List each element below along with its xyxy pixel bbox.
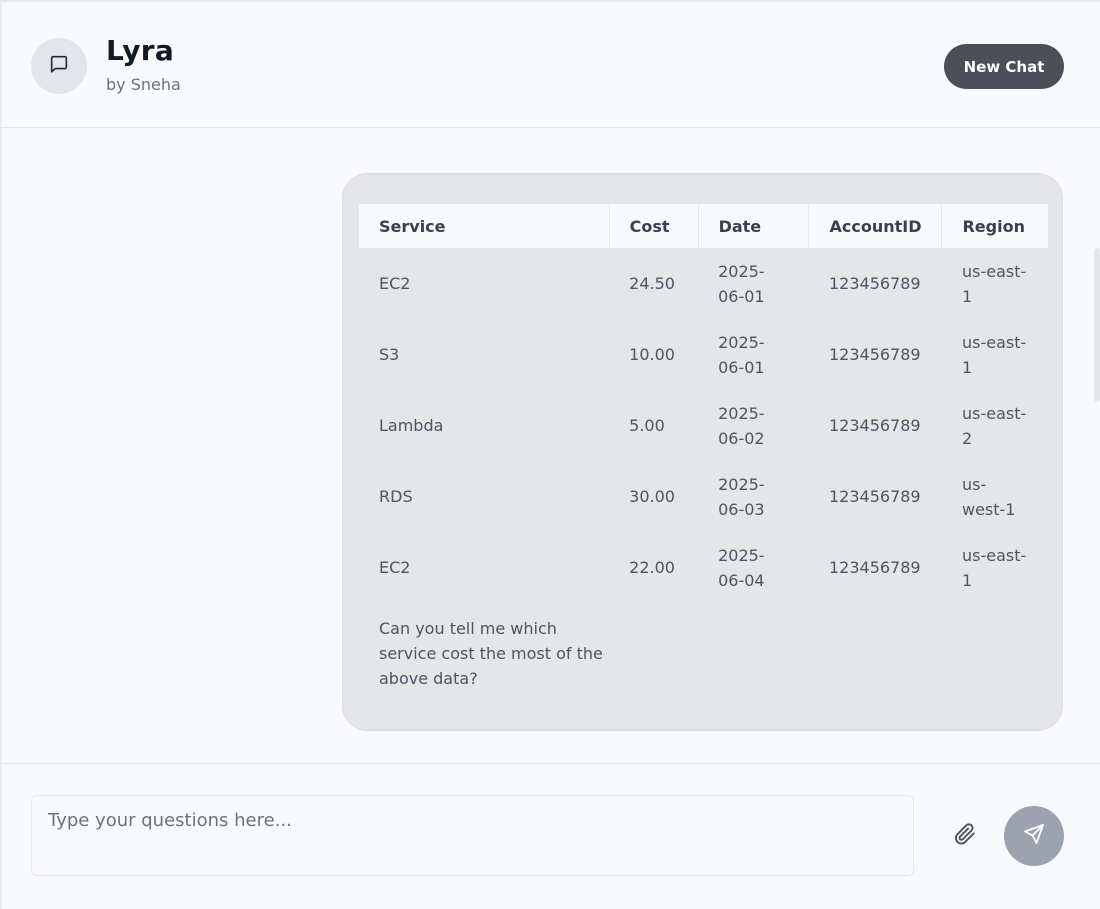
page-title: Lyra xyxy=(106,34,175,67)
cell-date: 2025-06-01 xyxy=(698,319,809,390)
cell-date-text: 2025-06-03 xyxy=(718,474,765,519)
column-header-date: Date xyxy=(698,204,810,248)
cell-accountid: 123456789 xyxy=(828,558,921,577)
cost-table: Service Cost Date AccountID Region EC2 2… xyxy=(359,204,1048,603)
cell-region-text: us-east-1 xyxy=(961,332,1027,377)
table-row: Lambda 5.00 2025-06-02 123456789 us-east… xyxy=(359,390,1048,461)
question-input[interactable] xyxy=(32,796,913,875)
cell-region: us-east-2 xyxy=(942,390,1048,461)
cell-date: 2025-06-01 xyxy=(698,248,809,319)
user-question-text: Can you tell me which service cost the m… xyxy=(379,619,603,688)
cell-date-text: 2025-06-01 xyxy=(718,261,765,306)
cell-region: us-west-1 xyxy=(942,461,1048,532)
cell-date: 2025-06-03 xyxy=(698,461,809,532)
author-subtitle: by Sneha xyxy=(106,75,181,94)
cell-cost: 24.50 xyxy=(629,274,675,293)
paperclip-icon xyxy=(952,821,978,851)
cell-date: 2025-06-02 xyxy=(698,390,809,461)
table-row: EC2 24.50 2025-06-01 123456789 us-east-1 xyxy=(359,248,1048,319)
cell-service: S3 xyxy=(379,345,400,364)
chat-bubble-icon xyxy=(48,53,70,79)
cell-cost: 5.00 xyxy=(629,416,665,435)
cell-region-text: us-west-1 xyxy=(961,474,1016,519)
cell-cost: 22.00 xyxy=(629,558,675,577)
column-header-region: Region xyxy=(941,204,1048,248)
cell-date-text: 2025-06-04 xyxy=(718,545,765,590)
chat-header: Lyra by Sneha New Chat xyxy=(0,2,1100,128)
attach-button[interactable] xyxy=(950,821,980,851)
cell-region-text: us-east-2 xyxy=(961,403,1027,448)
cell-date: 2025-06-04 xyxy=(698,532,809,603)
cell-service: EC2 xyxy=(379,274,411,293)
cell-accountid: 123456789 xyxy=(828,345,921,364)
column-header-accountid: AccountID xyxy=(808,204,943,248)
cell-cost: 30.00 xyxy=(629,487,675,506)
cell-date-text: 2025-06-02 xyxy=(718,403,765,448)
cell-service: EC2 xyxy=(379,558,411,577)
user-message-bubble: Service Cost Date AccountID Region EC2 2… xyxy=(342,173,1063,731)
cell-region: us-east-1 xyxy=(942,319,1048,390)
cell-accountid: 123456789 xyxy=(828,487,921,506)
cell-region-text: us-east-1 xyxy=(961,261,1027,306)
column-header-service: Service xyxy=(359,204,610,248)
cell-region: us-east-1 xyxy=(942,248,1048,319)
table-row: EC2 22.00 2025-06-04 123456789 us-east-1 xyxy=(359,532,1048,603)
cell-accountid: 123456789 xyxy=(828,274,921,293)
question-input-container xyxy=(31,795,914,876)
table-row: RDS 30.00 2025-06-03 123456789 us-west-1 xyxy=(359,461,1048,532)
cell-region-text: us-east-1 xyxy=(961,545,1027,590)
cell-service: Lambda xyxy=(379,416,444,435)
table-row: S3 10.00 2025-06-01 123456789 us-east-1 xyxy=(359,319,1048,390)
chat-app: Lyra by Sneha New Chat Service Cost Date… xyxy=(0,0,1100,909)
send-icon xyxy=(1022,822,1046,850)
cell-date-text: 2025-06-01 xyxy=(718,332,765,377)
cell-region: us-east-1 xyxy=(942,532,1048,603)
new-chat-button[interactable]: New Chat xyxy=(944,44,1064,89)
avatar xyxy=(31,38,87,94)
column-header-cost: Cost xyxy=(609,204,699,248)
table-header-row: Service Cost Date AccountID Region xyxy=(359,204,1048,248)
scrollbar[interactable] xyxy=(1094,248,1100,402)
cell-accountid: 123456789 xyxy=(828,416,921,435)
cell-cost: 10.00 xyxy=(629,345,675,364)
cell-service: RDS xyxy=(379,487,413,506)
composer-bar xyxy=(0,763,1100,909)
send-button[interactable] xyxy=(1004,806,1064,866)
